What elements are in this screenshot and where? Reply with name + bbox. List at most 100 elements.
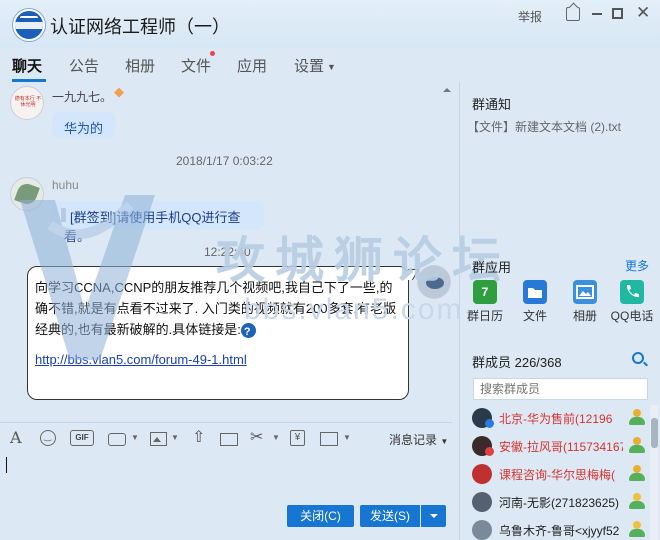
calendar-icon: 7 — [473, 280, 497, 304]
chevron-down-icon: ▼ — [327, 62, 336, 73]
scrollbar-thumb[interactable] — [651, 418, 658, 448]
gif-icon[interactable]: GIF — [70, 430, 94, 446]
shake-icon[interactable] — [108, 433, 126, 446]
gift-icon[interactable] — [220, 433, 238, 446]
tab-settings-label: 设置 — [294, 58, 325, 75]
chevron-down-icon[interactable]: ▼ — [131, 433, 139, 442]
phone-icon — [620, 280, 644, 304]
avatar-sender-1[interactable]: 德有本行 不休光明 — [10, 86, 44, 120]
checkin-marker — [61, 208, 66, 222]
message-text: 向学习CCNA,CCNP的朋友推荐几个视频吧,我自己下了一些,的确不错,就是有点… — [35, 277, 403, 343]
photo-icon — [573, 280, 597, 304]
group-apps-title: 群应用 — [472, 260, 512, 275]
text-cursor — [6, 457, 7, 473]
skin-icon[interactable] — [566, 7, 580, 21]
member-name: 北京-华为售前(12196 — [499, 412, 613, 426]
sender-name: 一九九七。 — [52, 90, 113, 104]
member-search-input[interactable] — [473, 378, 648, 400]
apps-more-link[interactable]: 更多 — [625, 257, 649, 274]
chevron-down-icon[interactable]: ▼ — [272, 433, 280, 442]
title-bar: 认证网络工程师（一） 举报 ✕ — [0, 0, 660, 48]
send-button[interactable]: 发送(S) — [360, 505, 420, 527]
qq-emoji-icon — [240, 322, 256, 343]
app-files[interactable]: 文件 — [513, 280, 563, 325]
tab-announcements[interactable]: 公告 — [69, 55, 99, 76]
notification-dot — [210, 51, 215, 56]
member-item[interactable]: 安徽-拉风哥(115734167 — [460, 433, 650, 461]
close-button[interactable]: 关闭(C) — [287, 505, 354, 527]
window-title: 认证网络工程师（一） — [50, 17, 230, 37]
message-history-button[interactable]: 消息记录 ▼ — [389, 431, 448, 448]
status-badge — [485, 447, 494, 456]
avatar-self[interactable] — [417, 265, 451, 299]
member-item[interactable]: 乌鲁木齐-鲁哥<xjyyf52 — [460, 517, 650, 540]
chevron-down-icon[interactable]: ▼ — [171, 433, 179, 442]
close-window-button[interactable]: ✕ — [636, 3, 650, 23]
image-icon[interactable] — [150, 432, 167, 446]
message-text: [群签到]请使用手机QQ进行查看。 — [64, 210, 241, 244]
member-item[interactable]: 课程咨询-华尔思梅梅( — [460, 461, 650, 489]
member-item[interactable]: 北京-华为售前(12196 — [460, 405, 650, 433]
app-calendar[interactable]: 7 群日历 — [463, 280, 513, 325]
member-name: 课程咨询-华尔思梅梅( — [499, 468, 615, 482]
upload-icon[interactable]: ⇧ — [192, 427, 210, 446]
active-tab-indicator — [12, 79, 46, 82]
app-photos[interactable]: 相册 — [563, 280, 613, 325]
avatar-text: 德有本行 不休光明 — [14, 96, 42, 108]
group-notice-title: 群通知 — [472, 97, 512, 112]
admin-icon — [628, 464, 646, 482]
screen-share-icon[interactable] — [320, 432, 338, 446]
app-label: 相册 — [572, 309, 597, 323]
chevron-down-icon[interactable]: ▼ — [343, 433, 351, 442]
admin-icon — [628, 408, 646, 426]
input-toolbar: A GIF ▼ ▼ ⇧ ✂ ▼ ¥ ▼ 消息记录 ▼ — [0, 422, 452, 452]
status-badge — [485, 419, 494, 428]
app-label: 文件 — [522, 309, 547, 323]
minimize-button[interactable] — [592, 13, 602, 15]
message-bubble-self[interactable]: 向学习CCNA,CCNP的朋友推荐几个视频吧,我自己下了一些,的确不错,就是有点… — [27, 266, 409, 400]
member-name: 乌鲁木齐-鲁哥<xjyyf52 — [499, 524, 620, 538]
member-name: 河南-无影(271823625) — [499, 496, 620, 510]
group-notice-item[interactable]: 【文件】新建文本文档 (2).txt — [467, 118, 621, 135]
tab-files[interactable]: 文件 — [181, 55, 211, 76]
tab-album[interactable]: 相册 — [125, 55, 155, 76]
font-icon[interactable]: A — [10, 428, 28, 447]
message-link[interactable]: http://bbs.vlan5.com/forum-49-1.html — [35, 352, 247, 367]
tab-bar: 聊天 公告 相册 文件 应用 设置 ▼ — [0, 48, 460, 82]
timestamp: 2018/1/17 0:03:22 — [176, 154, 273, 168]
avatar — [472, 464, 492, 484]
maximize-button[interactable] — [612, 8, 623, 19]
search-icon[interactable] — [632, 352, 644, 364]
app-label: QQ电话 — [610, 309, 654, 323]
message-bubble[interactable]: [群签到]请使用手机QQ进行查看。 — [52, 201, 264, 244]
folder-icon — [523, 280, 547, 304]
app-label: 群日历 — [466, 309, 503, 323]
emoji-icon[interactable] — [40, 430, 56, 446]
chevron-down-icon: ▼ — [440, 437, 449, 446]
avatar — [472, 520, 492, 540]
history-label: 消息记录 — [389, 433, 438, 447]
group-members-title: 群成员 226/368 — [472, 355, 562, 370]
message-input[interactable] — [0, 452, 452, 502]
send-options-button[interactable] — [421, 505, 446, 527]
member-item[interactable]: 河南-无影(271823625) — [460, 489, 650, 517]
fire-icon: ◆ — [114, 84, 124, 99]
scroll-up-arrow[interactable] — [441, 86, 451, 94]
red-packet-icon[interactable]: ¥ — [290, 430, 305, 446]
timestamp: 12:22:40 — [204, 245, 251, 259]
group-avatar[interactable] — [13, 9, 45, 41]
tab-apps[interactable]: 应用 — [237, 55, 267, 76]
sender-name: huhu — [52, 178, 79, 192]
admin-icon — [628, 436, 646, 454]
tab-settings[interactable]: 设置 ▼ — [294, 55, 336, 76]
avatar-sender-2[interactable] — [10, 177, 44, 211]
message-bubble[interactable]: 华为的 — [52, 112, 116, 138]
scissors-icon[interactable]: ✂ — [250, 427, 268, 446]
member-icon — [628, 492, 646, 510]
report-button[interactable]: 举报 — [518, 8, 542, 25]
avatar — [472, 492, 492, 512]
member-name: 安徽-拉风哥(115734167 — [499, 440, 623, 454]
app-qq-call[interactable]: QQ电话 — [610, 280, 660, 325]
tab-chat[interactable]: 聊天 — [12, 55, 42, 76]
member-icon — [628, 520, 646, 538]
